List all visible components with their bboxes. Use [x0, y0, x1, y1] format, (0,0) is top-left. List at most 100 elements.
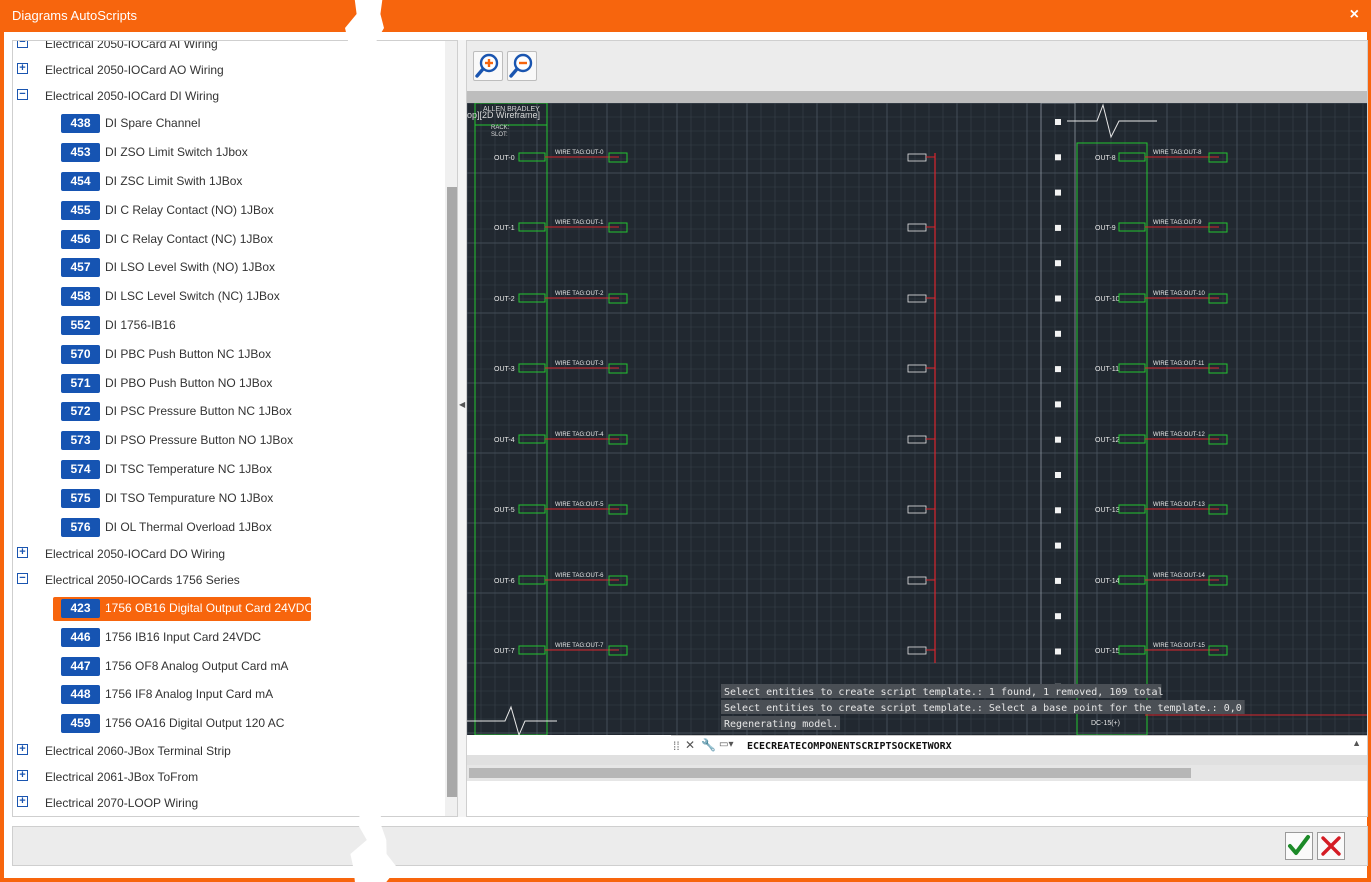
tree-item[interactable]: 575 DI TSO Tempurature NO 1JBox — [53, 487, 413, 511]
script-id-badge: 576 — [61, 517, 100, 537]
right-output-label: OUT-9 — [1095, 225, 1116, 232]
tree-group-label: Electrical 2050-IOCard DO Wiring — [45, 547, 226, 562]
expand-icon[interactable]: + — [17, 744, 28, 755]
tree-item[interactable]: 423 1756 OB16 Digital Output Card 24VDC — [53, 597, 313, 621]
window-title: Diagrams AutoScripts — [12, 8, 137, 23]
tree-item[interactable]: 570 DI PBC Push Button NC 1JBox — [53, 343, 413, 367]
expand-icon[interactable]: + — [17, 547, 28, 559]
expand-icon[interactable]: + — [17, 795, 28, 807]
cancel-button[interactable] — [1317, 832, 1345, 860]
left-wire-tag: WIRE TAG:OUT-0 — [555, 150, 604, 156]
tree-item[interactable]: 459 1756 OA16 Digital Output 120 AC — [53, 712, 413, 736]
tree-scrollbar[interactable] — [445, 41, 457, 816]
terminal-marker — [1055, 613, 1061, 620]
tree-scrollbar-thumb[interactable] — [447, 187, 457, 797]
grip-icon[interactable]: ⁞⁞ — [673, 739, 680, 753]
terminal-marker — [1055, 154, 1061, 161]
tree-group[interactable]: − Electrical 2050-IOCard DI Wiring — [13, 85, 443, 109]
collapse-icon[interactable]: − — [17, 41, 28, 48]
left-module-frame — [474, 103, 548, 735]
left-wire-tag: WIRE TAG:OUT-2 — [555, 291, 604, 297]
tree-group-label: Electrical 2050-IOCard DI Wiring — [45, 88, 220, 103]
tree-item[interactable]: 571 DI PBO Push Button NO 1JBox — [53, 372, 413, 396]
script-id-badge: 571 — [61, 373, 100, 393]
tree-group[interactable]: + Electrical 2050-IOCard DO Wiring — [13, 543, 443, 567]
script-id-badge: 456 — [61, 229, 100, 249]
tree-group[interactable]: + Electrical 2060-JBox Terminal Strip — [13, 740, 443, 764]
tree-item[interactable]: 455 DI C Relay Contact (NO) 1JBox — [53, 199, 413, 223]
tree-group[interactable]: + Electrical 2050-IOCard AO Wiring — [13, 59, 443, 83]
canvas-scrollbar-thumb[interactable] — [469, 768, 1191, 778]
tree-item[interactable]: 573 DI PSO Pressure Button NO 1JBox — [53, 429, 413, 453]
script-id-badge: 458 — [61, 287, 100, 307]
tree-item-label: DI TSO Tempurature NO 1JBox — [105, 490, 274, 505]
tree-item[interactable]: 446 1756 IB16 Input Card 24VDC — [53, 626, 413, 650]
tree-item[interactable]: 454 DI ZSC Limit Swith 1JBox — [53, 170, 413, 194]
panel-splitter[interactable]: ◀ — [458, 40, 466, 817]
zoom-in-button[interactable] — [473, 51, 503, 81]
command-input[interactable] — [747, 738, 1337, 754]
tree-item[interactable]: 457 DI LSO Level Swith (NO) 1JBox — [53, 256, 413, 280]
script-id-badge: 575 — [61, 488, 100, 508]
right-wire-tag: WIRE TAG:OUT-15 — [1153, 643, 1205, 649]
tree-item[interactable]: 456 DI C Relay Contact (NC) 1JBox — [53, 228, 413, 252]
canvas-status-strip — [467, 755, 1367, 765]
tree-group-label: Electrical 2061-JBox ToFrom — [45, 769, 199, 784]
tree-item[interactable]: 552 DI 1756-IB16 — [53, 314, 413, 338]
tree-item-label: 1756 OF8 Analog Output Card mA — [105, 658, 289, 673]
dialog-window: Diagrams AutoScripts × − Electrical 2050-… — [0, 0, 1371, 882]
left-wire-tag: WIRE TAG:OUT-1 — [555, 220, 604, 226]
left-wire-tag: WIRE TAG:OUT-5 — [555, 502, 604, 508]
tree-item[interactable]: 576 DI OL Thermal Overload 1JBox — [53, 516, 413, 540]
terminal-marker — [1055, 507, 1061, 514]
collapse-icon[interactable]: − — [17, 88, 28, 100]
ok-button[interactable] — [1285, 832, 1313, 860]
break-line-top — [1067, 103, 1157, 139]
right-wire-tag: WIRE TAG:OUT-11 — [1153, 361, 1205, 367]
right-wire-tag: WIRE TAG:OUT-8 — [1153, 150, 1202, 156]
tree-item[interactable]: 438 DI Spare Channel — [53, 112, 413, 136]
zoom-in-icon — [475, 53, 499, 78]
terminal-marker — [1055, 577, 1061, 584]
checkmark-icon — [1288, 835, 1310, 855]
right-output-label: OUT-12 — [1095, 437, 1120, 444]
command-history-arrow-icon[interactable]: ▲ — [1352, 738, 1361, 748]
canvas-horizontal-scrollbar[interactable] — [467, 765, 1367, 781]
expand-icon[interactable]: + — [17, 62, 28, 74]
wrench-icon[interactable]: 🔧 — [701, 738, 716, 752]
cad-canvas[interactable]: ALLEN BRADLEY op][2D Wireframe] RACK: SLOT:… — [467, 103, 1367, 735]
bus-terminal — [907, 576, 927, 585]
tree-group[interactable]: + Electrical 2070-LOOP Wiring — [13, 792, 443, 816]
collapse-icon[interactable]: − — [17, 573, 28, 585]
tree-group[interactable]: + Electrical 2061-JBox ToFrom — [13, 766, 443, 790]
expand-icon[interactable]: + — [17, 769, 28, 781]
tree-item[interactable]: 447 1756 OF8 Analog Output Card mA — [53, 655, 413, 679]
tree-item[interactable]: 458 DI LSC Level Switch (NC) 1JBox — [53, 285, 413, 309]
terminal-marker — [1055, 648, 1061, 655]
break-line-bottom — [467, 705, 557, 735]
left-output-label: OUT-2 — [494, 296, 515, 303]
tree-item[interactable]: 574 DI TSC Temperature NC 1JBox — [53, 458, 413, 482]
command-prompt-icon[interactable]: ▭▾ — [719, 739, 733, 750]
tree-item-label: DI 1756-IB16 — [105, 318, 176, 332]
left-wire-tag: WIRE TAG:OUT-7 — [555, 643, 604, 649]
title-bar[interactable]: Diagrams AutoScripts × — [0, 0, 1371, 32]
tree-item-label: DI C Relay Contact (NO) 1JBox — [105, 202, 274, 217]
tree-item[interactable]: 453 DI ZSO Limit Switch 1Jbox — [53, 141, 413, 165]
autoscript-tree: − Electrical 2050-IOCard AI Wiring + Electr… — [12, 40, 458, 817]
tree-item-label: DI C Relay Contact (NC) 1JBox — [105, 231, 274, 246]
left-output-label: OUT-4 — [494, 437, 515, 444]
terminal-marker — [1055, 260, 1061, 267]
tree-item[interactable]: 448 1756 IF8 Analog Input Card mA — [53, 683, 413, 707]
tree-group[interactable]: − Electrical 2050-IOCards 1756 Series — [13, 569, 443, 593]
close-icon[interactable]: × — [1350, 6, 1359, 24]
script-id-badge: 454 — [61, 172, 100, 191]
terminal-marker — [1055, 330, 1061, 337]
zoom-out-button[interactable] — [507, 51, 537, 81]
close-command-icon[interactable]: ✕ — [685, 738, 695, 752]
collapse-arrow-icon[interactable]: ◀ — [459, 400, 465, 409]
tree-item-label: DI Spare Channel — [105, 116, 201, 131]
tree-group[interactable]: − Electrical 2050-IOCard AI Wiring — [13, 41, 443, 57]
terminal-marker — [1055, 119, 1061, 125]
tree-item[interactable]: 572 DI PSC Pressure Button NC 1JBox — [53, 400, 413, 424]
